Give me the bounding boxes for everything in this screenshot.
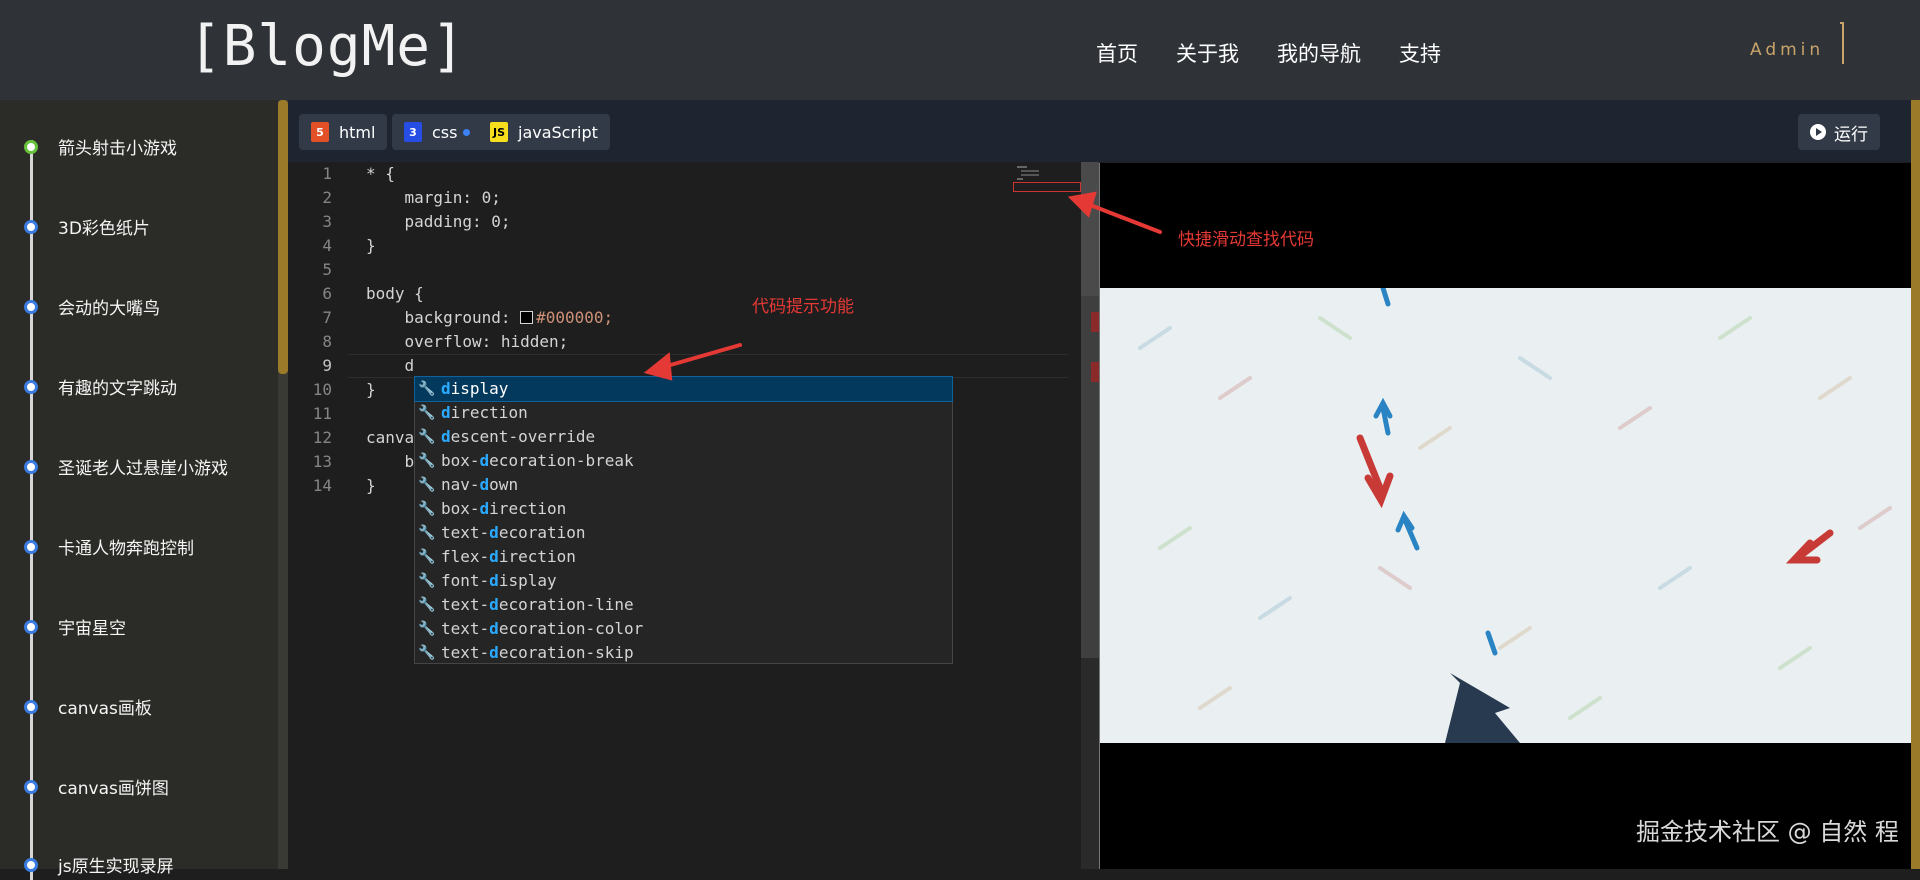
- annotation-minimap-hint: 快捷滑动查找代码: [1178, 230, 1314, 250]
- annotation-arrows: [643, 191, 1162, 381]
- watermark: 掘金技术社区 @ 自然 程: [1636, 818, 1899, 846]
- annotation-code-hint: 代码提示功能: [752, 297, 854, 317]
